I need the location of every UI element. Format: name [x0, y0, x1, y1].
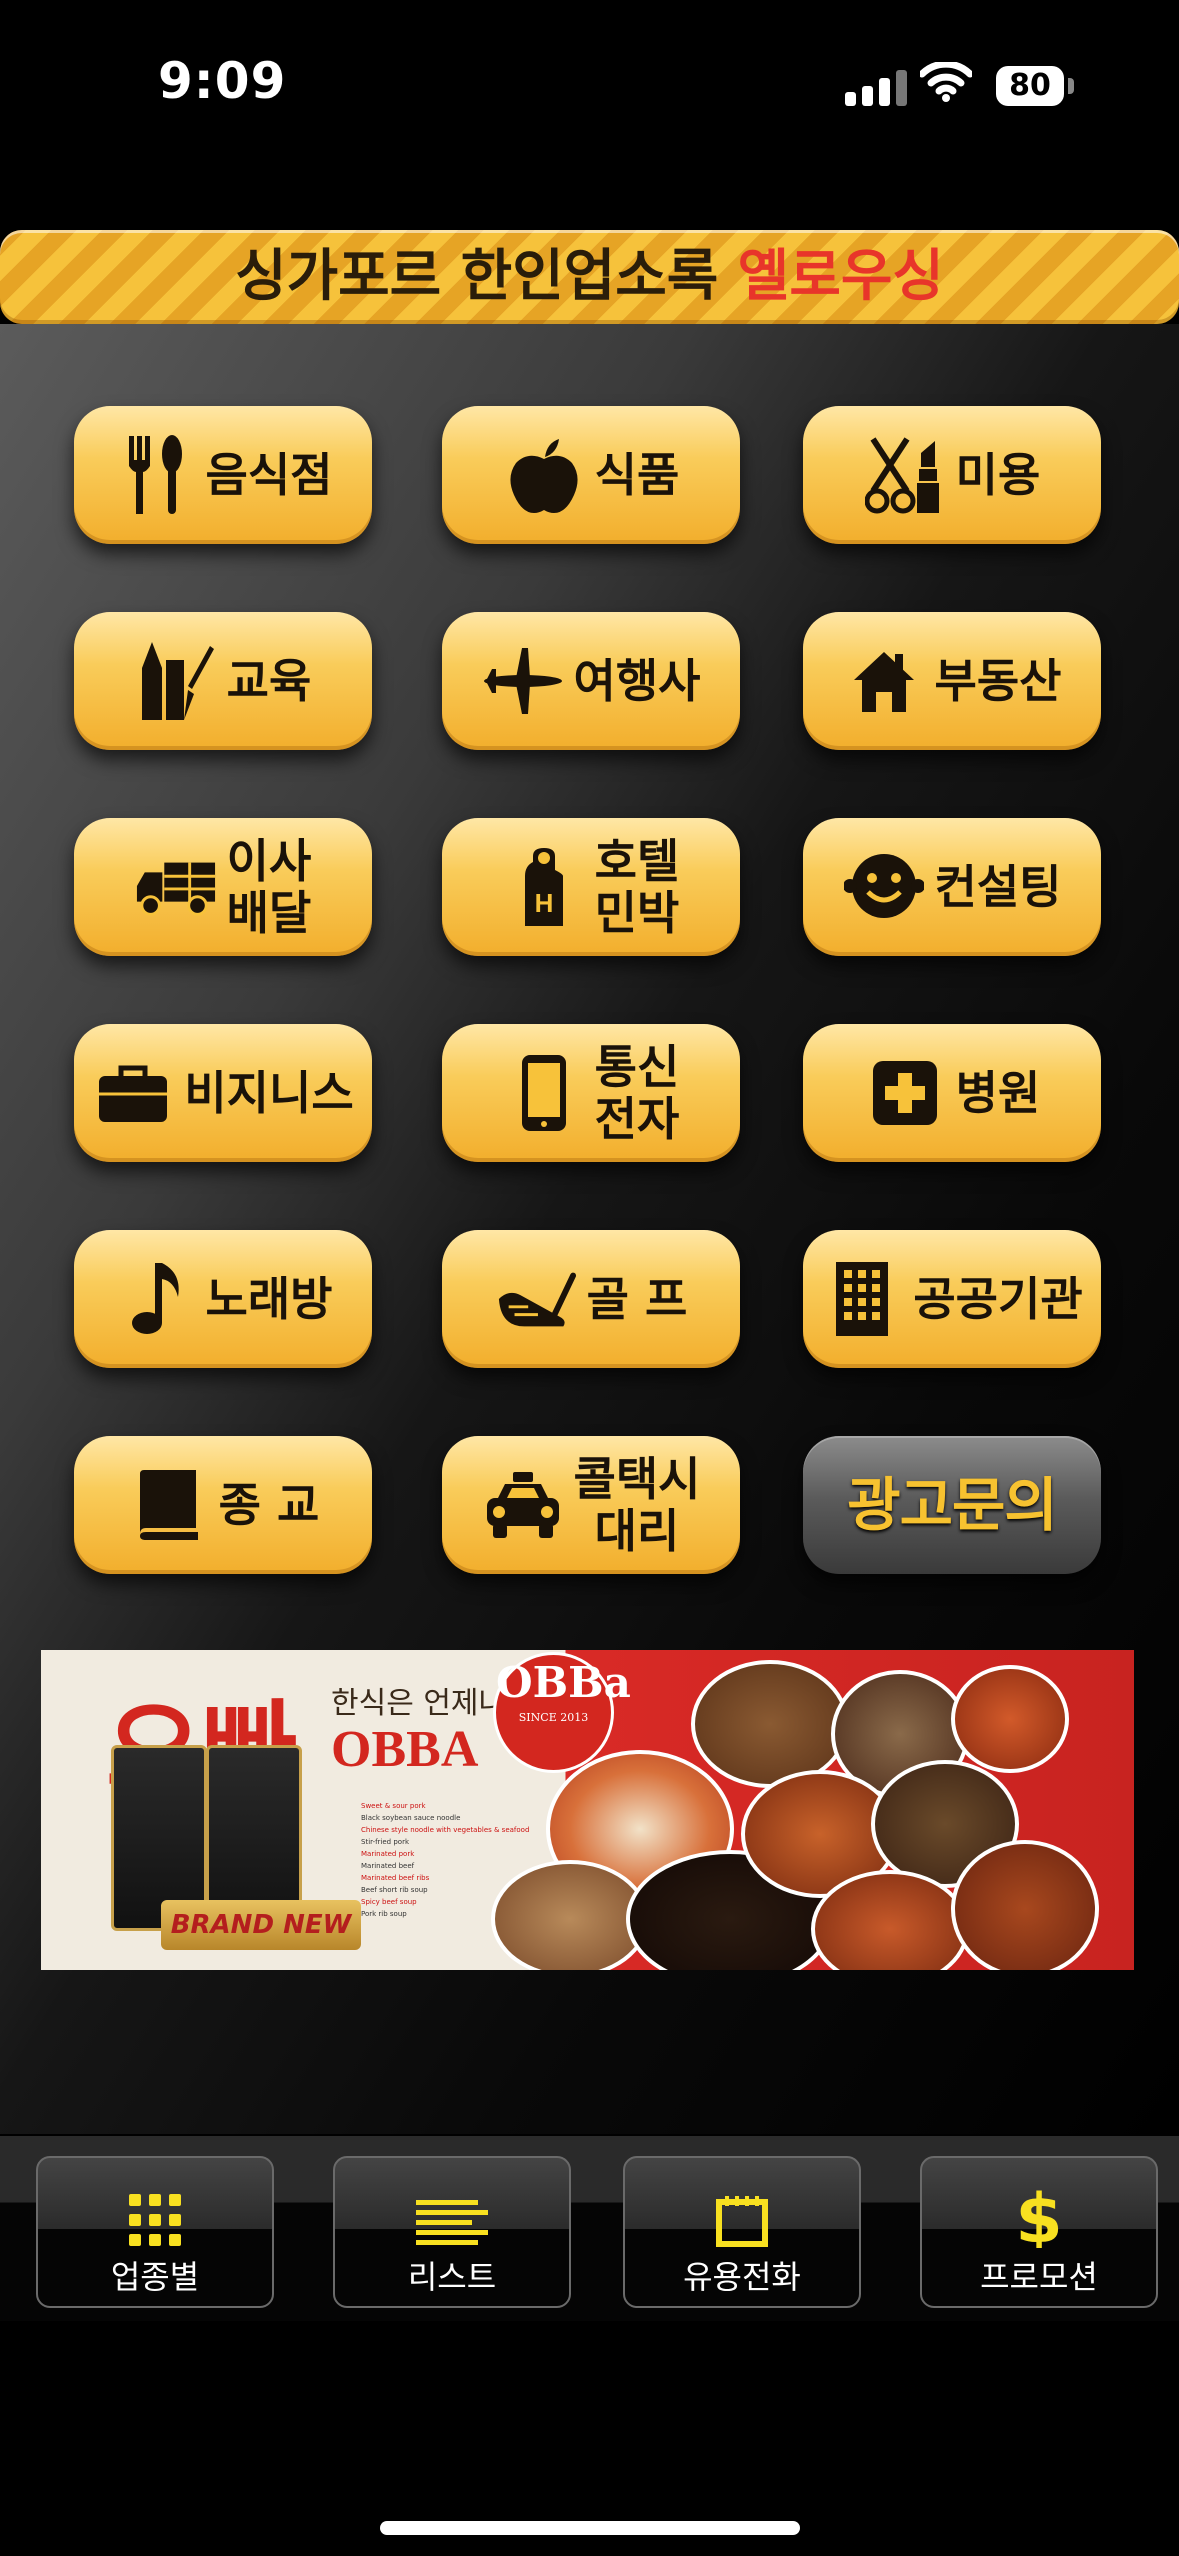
category-label: 부동산 — [934, 654, 1062, 708]
category-hotel-button[interactable]: H 호텔 민박 — [442, 818, 740, 956]
tab-label: 프로모션 — [980, 2258, 1098, 2296]
fork-spoon-icon — [114, 434, 196, 516]
ad-menu-item: Marinated beef ribs — [361, 1874, 430, 1882]
dollar-icon: $ — [922, 2158, 1156, 2248]
grid-icon — [38, 2158, 272, 2248]
category-label-line2: 민박 — [594, 886, 680, 940]
tab-label: 업종별 — [110, 2258, 200, 2296]
category-travel-button[interactable]: 여행사 — [442, 612, 740, 750]
tab-by-category[interactable]: 업종별 — [36, 2156, 274, 2308]
book-icon — [127, 1464, 209, 1546]
airplane-icon — [482, 640, 564, 722]
smiley-face-icon — [843, 846, 925, 928]
brand-new-ribbon: BRAND NEW — [161, 1900, 361, 1950]
tab-list[interactable]: 리스트 — [333, 2156, 571, 2308]
category-label: 노래방 — [205, 1272, 333, 1326]
category-public-office-button[interactable]: 공공기관 — [803, 1230, 1101, 1368]
category-label-line2: 배달 — [226, 886, 312, 940]
ad-menu-item: Black soybean sauce noodle — [361, 1814, 461, 1822]
food-dish-image — [951, 1665, 1069, 1773]
category-label: 여행사 — [573, 654, 701, 708]
taxi-icon — [482, 1464, 564, 1546]
category-religion-button[interactable]: 종 교 — [74, 1436, 372, 1574]
truck-icon — [135, 846, 217, 928]
category-label: 음식점 — [205, 448, 333, 502]
tab-useful-phones[interactable]: 유용전화 — [623, 2156, 861, 2308]
ad-menu-item: Sweet & sour pork — [361, 1802, 426, 1810]
advertise-inquiry-button[interactable]: 광고문의 — [803, 1436, 1101, 1574]
category-label: 미용 — [955, 448, 1041, 502]
category-label: 교육 — [226, 654, 312, 708]
apple-icon — [503, 434, 585, 516]
category-label: 컨설팅 — [934, 860, 1062, 914]
battery-level: 80 — [996, 66, 1064, 106]
category-telecom-button[interactable]: 통신 전자 — [442, 1024, 740, 1162]
door-hanger-icon: H — [503, 846, 585, 928]
status-bar: 9:09 80 — [0, 0, 1179, 160]
category-education-button[interactable]: 교육 — [74, 612, 372, 750]
banner-title-brand: 옐로우싱 — [737, 244, 944, 309]
mobile-phone-icon — [503, 1052, 585, 1134]
category-label-line1: 이사 — [226, 834, 312, 888]
category-realestate-button[interactable]: 부동산 — [803, 612, 1101, 750]
food-dish-image — [951, 1840, 1099, 1970]
food-dish-image — [691, 1660, 849, 1788]
ad-logo-since: SINCE 2013 — [518, 1711, 589, 1724]
category-taxi-button[interactable]: 콜택시 대리 — [442, 1436, 740, 1574]
scissors-lipstick-icon — [864, 434, 946, 516]
tab-label: 리스트 — [407, 2258, 497, 2296]
ad-menu-item: Stir-fried pork — [361, 1838, 410, 1846]
app-title-banner: 싱가포르 한인업소록 옐로우싱 — [0, 230, 1179, 324]
category-consulting-button[interactable]: 컨설팅 — [803, 818, 1101, 956]
category-business-button[interactable]: 비지니스 — [74, 1024, 372, 1162]
category-karaoke-button[interactable]: 노래방 — [74, 1230, 372, 1368]
category-moving-button[interactable]: 이사 배달 — [74, 818, 372, 956]
category-label: 식품 — [594, 448, 680, 502]
tab-promotion[interactable]: $ 프로모션 — [920, 2156, 1158, 2308]
category-label-line1: 콜택시 — [573, 1452, 701, 1506]
pencils-icon — [135, 640, 217, 722]
notepad-icon — [625, 2158, 859, 2248]
ad-menu-item: Chinese style noodle with vegetables & s… — [361, 1826, 530, 1834]
category-restaurant-button[interactable]: 음식점 — [74, 406, 372, 544]
ad-brand-name: OBBA — [331, 1721, 479, 1778]
ad-logo: OBBa SINCE 2013 — [493, 1652, 631, 1773]
category-hospital-button[interactable]: 병원 — [803, 1024, 1101, 1162]
status-time: 9:09 — [158, 52, 287, 110]
house-icon — [843, 640, 925, 722]
category-label-line2: 전자 — [594, 1092, 680, 1146]
list-icon — [335, 2158, 569, 2248]
wifi-icon — [920, 62, 972, 102]
category-golf-button[interactable]: 골 프 — [442, 1230, 740, 1368]
tab-label: 유용전화 — [683, 2258, 801, 2296]
home-indicator[interactable] — [380, 2521, 800, 2535]
ad-menu-item: Marinated pork — [361, 1850, 415, 1858]
advertise-inquiry-label: 광고문의 — [847, 1471, 1057, 1539]
category-label-line1: 호텔 — [594, 834, 680, 888]
building-icon — [821, 1258, 903, 1340]
ad-menu-item: Marinated beef — [361, 1862, 415, 1870]
music-note-icon — [114, 1258, 196, 1340]
banner-title-main: 싱가포르 한인업소록 — [235, 244, 738, 309]
bottom-tab-bar: 업종별 리스트 유용전화 $ 프로모션 — [0, 2136, 1179, 2321]
svg-text:H: H — [534, 888, 553, 918]
briefcase-icon — [92, 1052, 174, 1134]
category-label-line1: 통신 — [594, 1040, 680, 1094]
category-label: 종 교 — [218, 1478, 320, 1532]
svg-text:$: $ — [1015, 2182, 1062, 2248]
medical-cross-icon — [864, 1052, 946, 1134]
category-beauty-button[interactable]: 미용 — [803, 406, 1101, 544]
category-label: 골 프 — [586, 1272, 688, 1326]
category-label: 비지니스 — [184, 1066, 354, 1120]
ad-logo-text: OBBa — [496, 1658, 631, 1707]
battery-cap-icon — [1068, 78, 1074, 94]
category-grocery-button[interactable]: 식품 — [442, 406, 740, 544]
ad-banner[interactable]: 오빠 한식은 언제나 !! OBBA BRAND NEW Sweet & sou… — [41, 1650, 1134, 1970]
category-label-line2: 대리 — [594, 1504, 680, 1558]
category-label: 병원 — [955, 1066, 1041, 1120]
golf-club-icon — [495, 1258, 577, 1340]
category-label: 공공기관 — [913, 1272, 1083, 1326]
